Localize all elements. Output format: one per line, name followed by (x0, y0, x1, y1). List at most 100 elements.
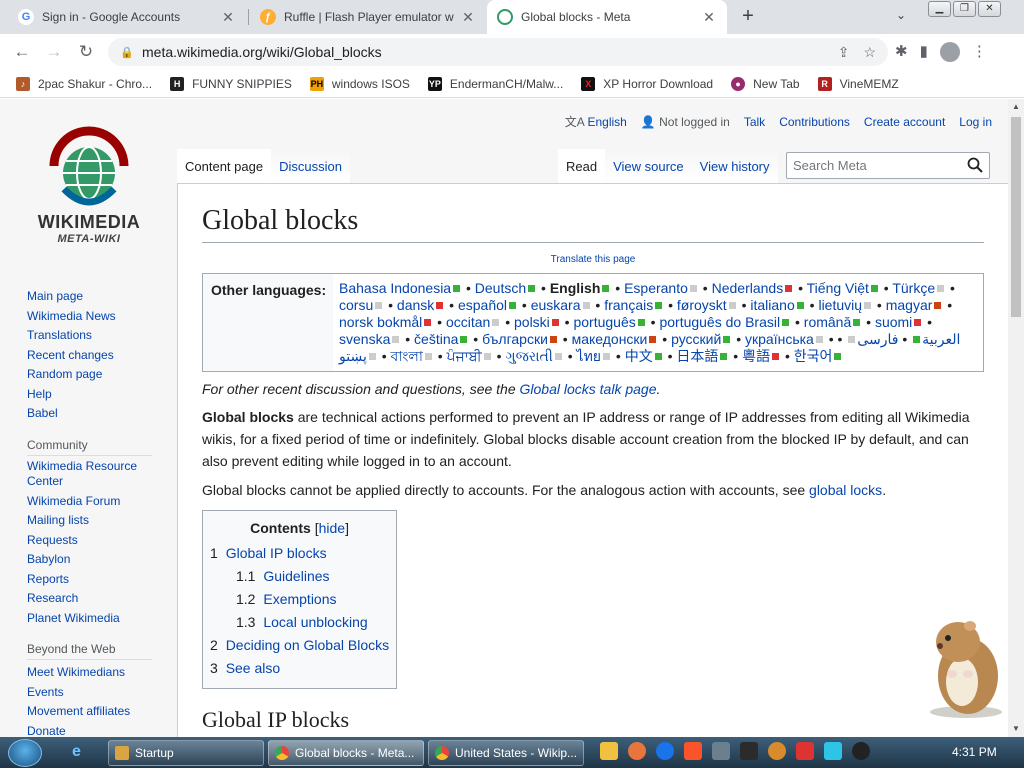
language-link[interactable]: Bahasa Indonesia (339, 280, 451, 296)
language-link[interactable]: euskara (531, 297, 581, 313)
close-icon[interactable]: ✕ (701, 9, 717, 26)
scroll-up-arrow-icon[interactable]: ▲ (1008, 99, 1024, 115)
language-link[interactable]: română (804, 314, 851, 330)
tray-app-icon[interactable] (740, 742, 758, 760)
language-link[interactable]: lietuvių (818, 297, 862, 313)
sidebar-item-requests[interactable]: Requests (27, 531, 152, 551)
language-link[interactable]: български (482, 331, 548, 347)
sidebar-item-news[interactable]: Wikimedia News (27, 307, 152, 327)
scroll-down-arrow-icon[interactable]: ▼ (1008, 721, 1024, 737)
sidebar-item-meet-wikimedians[interactable]: Meet Wikimedians (27, 663, 152, 683)
talk-link[interactable]: Talk (744, 115, 765, 129)
minimize-button[interactable]: ▁ (928, 1, 951, 17)
global-locks-link[interactable]: global locks (809, 482, 882, 498)
language-link[interactable]: Tiếng Việt (807, 280, 869, 296)
contributions-link[interactable]: Contributions (779, 115, 850, 129)
brave-icon[interactable] (684, 742, 702, 760)
sidebar-item-random-page[interactable]: Random page (27, 365, 152, 385)
sidebar-item-donate[interactable]: Donate (27, 722, 152, 738)
reload-icon[interactable]: ↻ (70, 42, 102, 62)
language-link[interactable]: Nederlands (712, 280, 784, 296)
sidebar-item-recent-changes[interactable]: Recent changes (27, 346, 152, 366)
create-account-link[interactable]: Create account (864, 115, 945, 129)
tab-content-page[interactable]: Content page (177, 149, 272, 183)
sidebar-item-reports[interactable]: Reports (27, 570, 152, 590)
bookmark-item[interactable]: X XP Horror Download (581, 76, 713, 91)
toc-item[interactable]: 3 See also (210, 657, 389, 680)
sidebar-item-research[interactable]: Research (27, 589, 152, 609)
search-input[interactable]: Search Meta (786, 152, 990, 179)
sidebar-item-babel[interactable]: Babel (27, 404, 152, 424)
global-locks-talk-link[interactable]: Global locks talk page (520, 381, 657, 397)
language-selector[interactable]: 文A English (565, 113, 627, 130)
bookmark-item[interactable]: H FUNNY SNIPPIES (170, 76, 292, 91)
tab-google-accounts[interactable]: G Sign in - Google Accounts ✕ (8, 0, 246, 34)
edge-icon[interactable] (656, 742, 674, 760)
sidebar-item-forum[interactable]: Wikimedia Forum (27, 492, 152, 512)
language-link[interactable]: polski (514, 314, 550, 330)
language-link[interactable]: italiano (750, 297, 794, 313)
tray-app-icon[interactable] (712, 742, 730, 760)
language-link[interactable]: dansk (397, 297, 434, 313)
tab-search-icon[interactable]: ⌄ (896, 8, 906, 22)
toc-item[interactable]: 1.3 Local unblocking (210, 611, 389, 634)
taskbar-button-global-blocks[interactable]: Global blocks - Meta... (268, 740, 424, 766)
language-link[interactable]: Deutsch (475, 280, 526, 296)
close-window-button[interactable]: ✕ (978, 1, 1001, 17)
language-link[interactable]: বাংলা (391, 348, 423, 364)
sidebar-item-translations[interactable]: Translations (27, 326, 152, 346)
close-icon[interactable]: ✕ (460, 9, 476, 26)
language-link[interactable]: 日本語 (676, 348, 718, 364)
hamster-desktop-pet-icon[interactable] (918, 612, 1008, 722)
sidebar-item-resource-center[interactable]: Wikimedia Resource Center (27, 459, 152, 489)
wikimedia-logo[interactable]: WIKIMEDIA META-WIKI (24, 121, 154, 251)
language-link[interactable]: македонски (572, 331, 648, 347)
bookmark-item[interactable]: YP EndermanCH/Malw... (427, 76, 563, 91)
sidebar-item-affiliates[interactable]: Movement affiliates (27, 702, 152, 722)
tab-view-source[interactable]: View source (605, 149, 692, 183)
login-link[interactable]: Log in (959, 115, 992, 129)
address-bar[interactable]: 🔒 meta.wikimedia.org/wiki/Global_blocks … (108, 38, 888, 66)
language-link[interactable]: čeština (414, 331, 458, 347)
menu-kebab-icon[interactable]: ⋮ (972, 42, 987, 62)
side-panel-icon[interactable]: ▮ (920, 42, 928, 62)
language-link[interactable]: magyar (886, 297, 933, 313)
language-link[interactable]: English (587, 115, 626, 129)
language-link[interactable]: پښتو (339, 348, 367, 364)
tab-discussion[interactable]: Discussion (271, 149, 350, 183)
language-link[interactable]: 中文 (625, 348, 653, 364)
page-scrollbar[interactable]: ▲ ▼ (1008, 99, 1024, 737)
language-link[interactable]: occitan (446, 314, 490, 330)
taskbar-button-startup[interactable]: Startup (108, 740, 264, 766)
bookmark-star-icon[interactable]: ☆ (863, 44, 876, 61)
new-tab-button[interactable]: + (736, 5, 760, 29)
language-link[interactable]: français (604, 297, 653, 313)
forward-arrow-icon[interactable]: → (38, 42, 70, 62)
language-link[interactable]: русский (671, 331, 721, 347)
language-link[interactable]: português (573, 314, 635, 330)
tab-read[interactable]: Read (558, 149, 606, 183)
language-link[interactable]: ਪੰਜਾਬੀ (447, 348, 482, 364)
language-link[interactable]: Türkçe (892, 280, 935, 296)
start-button[interactable] (8, 738, 42, 767)
sidebar-item-help[interactable]: Help (27, 385, 152, 405)
language-link[interactable]: corsu (339, 297, 373, 313)
language-link[interactable]: svenska (339, 331, 390, 347)
language-link[interactable]: العربية (922, 331, 960, 347)
toc-item[interactable]: 1.1 Guidelines (210, 565, 389, 588)
language-link[interactable]: português do Brasil (659, 314, 780, 330)
lock-icon[interactable]: 🔒 (120, 46, 134, 59)
search-icon[interactable] (967, 157, 983, 176)
tab-global-blocks[interactable]: Global blocks - Meta ✕ (487, 0, 727, 34)
sidebar-item-babylon[interactable]: Babylon (27, 550, 152, 570)
sidebar-item-events[interactable]: Events (27, 683, 152, 703)
language-link[interactable]: suomi (875, 314, 912, 330)
flag-icon[interactable] (796, 742, 814, 760)
taskbar-clock[interactable]: 4:31 PM (952, 745, 997, 759)
bookmark-item[interactable]: ♪ 2pac Shakur - Chro... (16, 76, 152, 91)
language-link[interactable]: ગુજરાતી (505, 348, 552, 364)
language-link[interactable]: 한국어 (794, 348, 833, 364)
language-link[interactable]: English (550, 280, 601, 296)
tab-ruffle[interactable]: ƒ Ruffle | Flash Player emulator wri ✕ (250, 0, 486, 34)
extensions-puzzle-icon[interactable]: ✱ (895, 42, 908, 62)
